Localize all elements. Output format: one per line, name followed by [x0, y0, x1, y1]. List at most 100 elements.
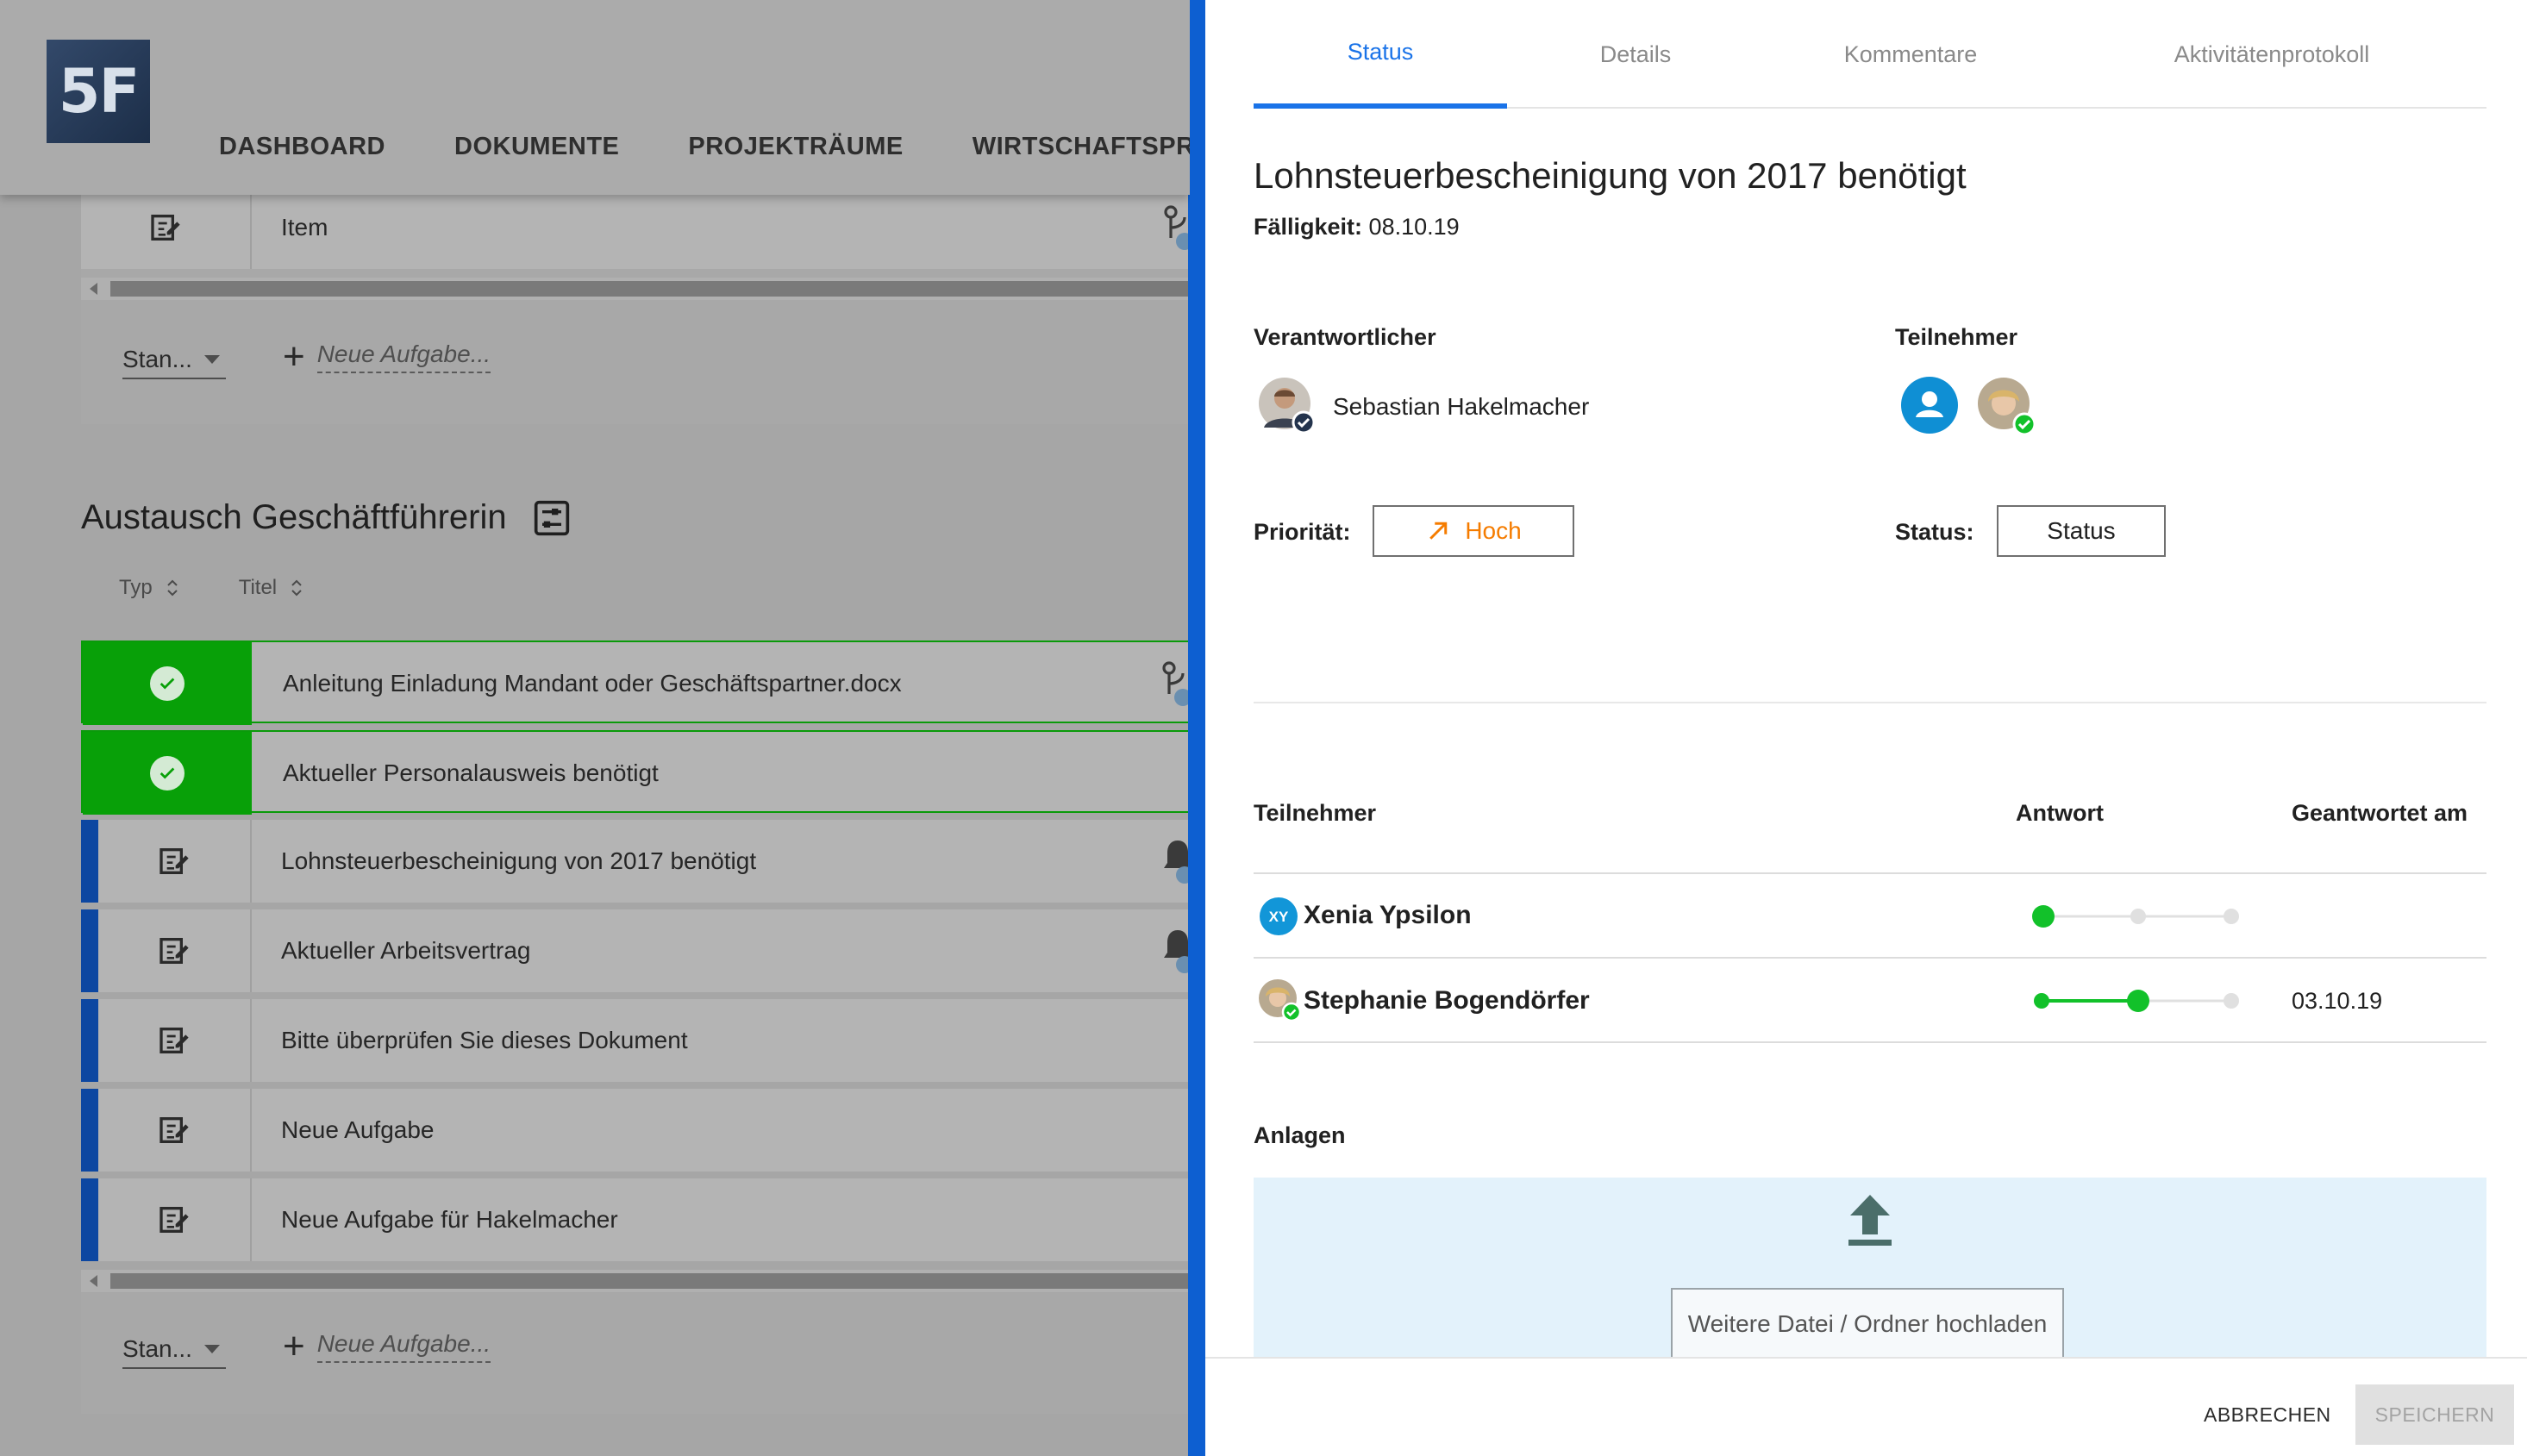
settings-sliders-icon[interactable]: [533, 499, 571, 537]
answer-slider[interactable]: [2031, 988, 2242, 1014]
status-label: Status:: [1895, 519, 1974, 545]
table-row[interactable]: Lohnsteuerbescheinigung von 2017 benötig…: [81, 820, 1190, 903]
column-header-type[interactable]: Typ: [119, 576, 178, 600]
attachments-label: Anlagen: [1254, 1122, 1346, 1148]
arrow-up-right-icon: [1429, 522, 1448, 540]
type-cell: [81, 909, 250, 992]
slider-step-3[interactable]: [2224, 909, 2239, 924]
priority-select[interactable]: Hoch: [1373, 505, 1574, 557]
tab-kommentare[interactable]: Kommentare: [1764, 0, 2057, 109]
row-title: Aktueller Arbeitsvertrag: [281, 937, 531, 964]
section-title: Austausch Geschäftführerin: [81, 498, 571, 537]
bell-icon: [1164, 840, 1190, 884]
upload-button[interactable]: Weitere Datei / Ordner hochladen: [1671, 1288, 2064, 1359]
avatar[interactable]: [1976, 376, 2036, 436]
scrollbar-thumb[interactable]: [110, 1273, 1190, 1289]
status-filter-select[interactable]: Stan...: [122, 341, 226, 379]
edit-task-icon: [160, 938, 189, 964]
priority-label: Priorität:: [1254, 519, 1351, 545]
participant-name: Stephanie Bogendörfer: [1304, 986, 1590, 1015]
row-title: Aktueller Personalausweis benötigt: [283, 759, 659, 786]
edit-task-icon: [160, 1117, 189, 1143]
cell-separator: [250, 999, 252, 1082]
due-value: 08.10.19: [1368, 214, 1460, 240]
answer-slider[interactable]: [2031, 903, 2242, 929]
chevron-down-icon: [203, 355, 220, 364]
status-select[interactable]: Status: [1997, 505, 2166, 557]
slider-step-3[interactable]: [2224, 993, 2239, 1009]
table-row[interactable]: Aktueller Arbeitsvertrag: [81, 909, 1190, 992]
edit-task-icon: [160, 1028, 189, 1053]
table-row[interactable]: Neue Aufgabe für Hakelmacher: [81, 1178, 1190, 1261]
tab-status[interactable]: Status: [1254, 0, 1507, 109]
participants-label: Teilnehmer: [1895, 324, 2018, 350]
avatar[interactable]: [1257, 376, 1316, 434]
nav-dokumente[interactable]: DOKUMENTE: [454, 133, 619, 161]
table-row[interactable]: Aktueller Personalausweis benötigt: [81, 730, 1190, 815]
type-cell: [81, 186, 250, 269]
header-participant: Teilnehmer: [1254, 800, 1377, 826]
participant-name: Xenia Ypsilon: [1304, 901, 1472, 929]
slider-step-1[interactable]: [2034, 993, 2049, 1009]
bell-icon: [1164, 930, 1190, 973]
horizontal-scrollbar[interactable]: [81, 278, 1190, 300]
column-header-title[interactable]: Titel: [239, 576, 303, 600]
scroll-left-icon[interactable]: [90, 1275, 97, 1287]
check-circle-icon: [150, 666, 185, 701]
type-cell: [81, 1089, 250, 1172]
app-header: 5F DASHBOARD DOKUMENTE PROJEKTRÄUME WIRT…: [0, 0, 1190, 195]
edit-task-icon: [160, 848, 189, 874]
status-filter-select[interactable]: Stan...: [122, 1331, 226, 1369]
new-task-label: Neue Aufgabe...: [316, 341, 491, 373]
cancel-button[interactable]: ABBRECHEN: [2204, 1403, 2331, 1427]
row-title: Item: [281, 214, 328, 241]
nav-dashboard[interactable]: DASHBOARD: [219, 133, 385, 161]
avatar: [1259, 979, 1302, 1022]
nav-projektraeume[interactable]: PROJEKTRÄUME: [688, 133, 903, 161]
slider-step-2[interactable]: [2130, 909, 2146, 924]
new-task-label: Neue Aufgabe...: [316, 1330, 491, 1363]
horizontal-scrollbar[interactable]: [81, 1270, 1190, 1292]
table-row[interactable]: Neue Aufgabe: [81, 1089, 1190, 1172]
type-cell: [83, 642, 252, 725]
tab-details[interactable]: Details: [1507, 0, 1764, 109]
new-task-button[interactable]: + Neue Aufgabe...: [283, 338, 491, 376]
row-title: Neue Aufgabe für Hakelmacher: [281, 1206, 618, 1233]
edit-task-icon: [151, 215, 180, 241]
slider-step-2[interactable]: [2127, 990, 2149, 1012]
row-title: Anleitung Einladung Mandant oder Geschäf…: [283, 670, 902, 697]
table-row[interactable]: Bitte überprüfen Sie dieses Dokument: [81, 999, 1190, 1082]
responsible-name: Sebastian Hakelmacher: [1333, 393, 1590, 420]
new-task-button[interactable]: + Neue Aufgabe...: [283, 1328, 491, 1365]
answered-on-date: 03.10.19: [2292, 988, 2383, 1014]
table-row[interactable]: Anleitung Einladung Mandant oder Geschäf…: [81, 641, 1190, 725]
row-title: Neue Aufgabe: [281, 1116, 435, 1143]
type-cell: [83, 732, 252, 815]
upload-dropzone[interactable]: Weitere Datei / Ordner hochladen: [1254, 1178, 2486, 1359]
cell-separator: [250, 820, 252, 903]
type-cell: [81, 1178, 250, 1261]
row-title: Lohnsteuerbescheinigung von 2017 benötig…: [281, 847, 757, 874]
cell-separator: [250, 909, 252, 992]
cell-separator: [250, 1089, 252, 1172]
table-row[interactable]: Item: [81, 186, 1190, 269]
due-label: Fälligkeit:: [1254, 214, 1363, 240]
type-cell: [81, 999, 250, 1082]
app-logo[interactable]: 5F: [47, 40, 150, 143]
divider: [1254, 957, 2486, 959]
header-answer: Antwort: [2016, 800, 2104, 826]
user-avatar-icon[interactable]: [1900, 376, 1959, 434]
responsible-label: Verantwortlicher: [1254, 324, 1436, 350]
select-value: Stan...: [122, 346, 192, 372]
slider-step-1[interactable]: [2032, 905, 2055, 928]
tab-aktivitaetenprotokoll[interactable]: Aktivitätenprotokoll: [2057, 0, 2486, 109]
divider: [1254, 1041, 2486, 1043]
sort-icon: [166, 579, 178, 597]
check-circle-icon: [150, 756, 185, 790]
save-button[interactable]: SPEICHERN: [2355, 1384, 2514, 1445]
scrollbar-thumb[interactable]: [110, 281, 1190, 297]
list-footer: Stan... + Neue Aufgabe...: [81, 303, 1190, 424]
nav-wirtschaftspruefung[interactable]: WIRTSCHAFTSPRÜFU: [973, 133, 1190, 161]
scroll-left-icon[interactable]: [90, 283, 97, 295]
workflow-icon: [1162, 661, 1190, 706]
